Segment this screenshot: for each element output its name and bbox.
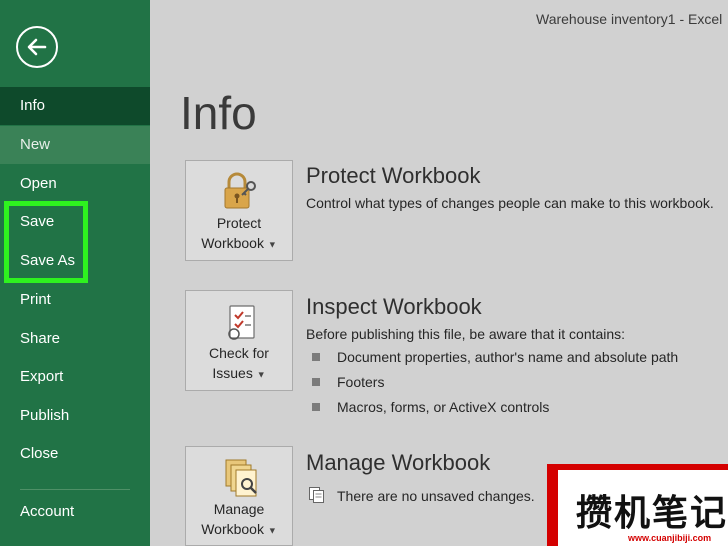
tile-label-line2: Workbook	[201, 521, 264, 537]
bullet-square-icon	[312, 378, 320, 386]
backstage-sidebar: Info New Open Save Save As Print Share E…	[0, 0, 150, 546]
protect-workbook-description: Control what types of changes people can…	[306, 195, 714, 211]
nav-export[interactable]: Export	[0, 358, 150, 396]
nav-divider	[20, 489, 130, 490]
nav-publish[interactable]: Publish	[0, 397, 150, 435]
nav-new[interactable]: New	[0, 126, 150, 164]
checklist-icon	[228, 305, 255, 340]
list-item: Document properties, author's name and a…	[312, 349, 678, 365]
manage-workbook-button[interactable]: Manage Workbook ▼	[185, 446, 293, 546]
save-highlight-box	[4, 201, 88, 283]
nav-info[interactable]: Info	[0, 87, 150, 125]
back-button[interactable]	[16, 26, 58, 68]
list-item: Macros, forms, or ActiveX controls	[312, 399, 549, 415]
inspect-workbook-title: Inspect Workbook	[306, 294, 482, 319]
tile-label-line1: Protect	[216, 215, 262, 231]
check-for-issues-button[interactable]: Check for Issues ▼	[185, 290, 293, 391]
watermark-text: 攒机笔记	[576, 493, 728, 534]
back-arrow-icon	[27, 38, 47, 56]
bullet-square-icon	[312, 403, 320, 411]
dropdown-caret-icon: ▼	[267, 239, 277, 250]
bullet-text: Footers	[337, 374, 385, 390]
document-stack-icon	[309, 487, 324, 503]
page-title: Info	[180, 87, 257, 139]
tile-label-line1: Check for	[209, 345, 269, 361]
list-item: Footers	[312, 374, 384, 390]
unsaved-changes-note: There are no unsaved changes.	[308, 486, 535, 504]
protect-workbook-title: Protect Workbook	[306, 163, 481, 188]
manage-workbook-title: Manage Workbook	[306, 450, 491, 475]
document-title: Warehouse inventory1 - Excel	[536, 11, 723, 27]
nav-open[interactable]: Open	[0, 165, 150, 203]
tile-label-line1: Manage	[213, 501, 265, 517]
note-text: There are no unsaved changes.	[337, 488, 535, 504]
nav-share[interactable]: Share	[0, 320, 150, 358]
lock-key-icon	[224, 172, 256, 209]
bullet-text: Macros, forms, or ActiveX controls	[337, 399, 550, 415]
tile-label-line2: Issues	[212, 365, 253, 381]
nav-print[interactable]: Print	[0, 281, 150, 319]
bullet-text: Document properties, author's name and a…	[337, 349, 679, 365]
watermark-url: www.cuanjibiji.com	[628, 533, 712, 543]
bullet-square-icon	[312, 353, 320, 361]
inspect-workbook-description: Before publishing this file, be aware th…	[306, 326, 626, 342]
dropdown-caret-icon: ▼	[267, 525, 277, 536]
manage-versions-icon	[225, 459, 257, 497]
dropdown-caret-icon: ▼	[256, 369, 266, 380]
protect-workbook-button[interactable]: Protect Workbook ▼	[185, 160, 293, 261]
tile-label-line2: Workbook	[201, 235, 264, 251]
nav-account[interactable]: Account	[0, 493, 150, 531]
nav-close[interactable]: Close	[0, 435, 150, 473]
